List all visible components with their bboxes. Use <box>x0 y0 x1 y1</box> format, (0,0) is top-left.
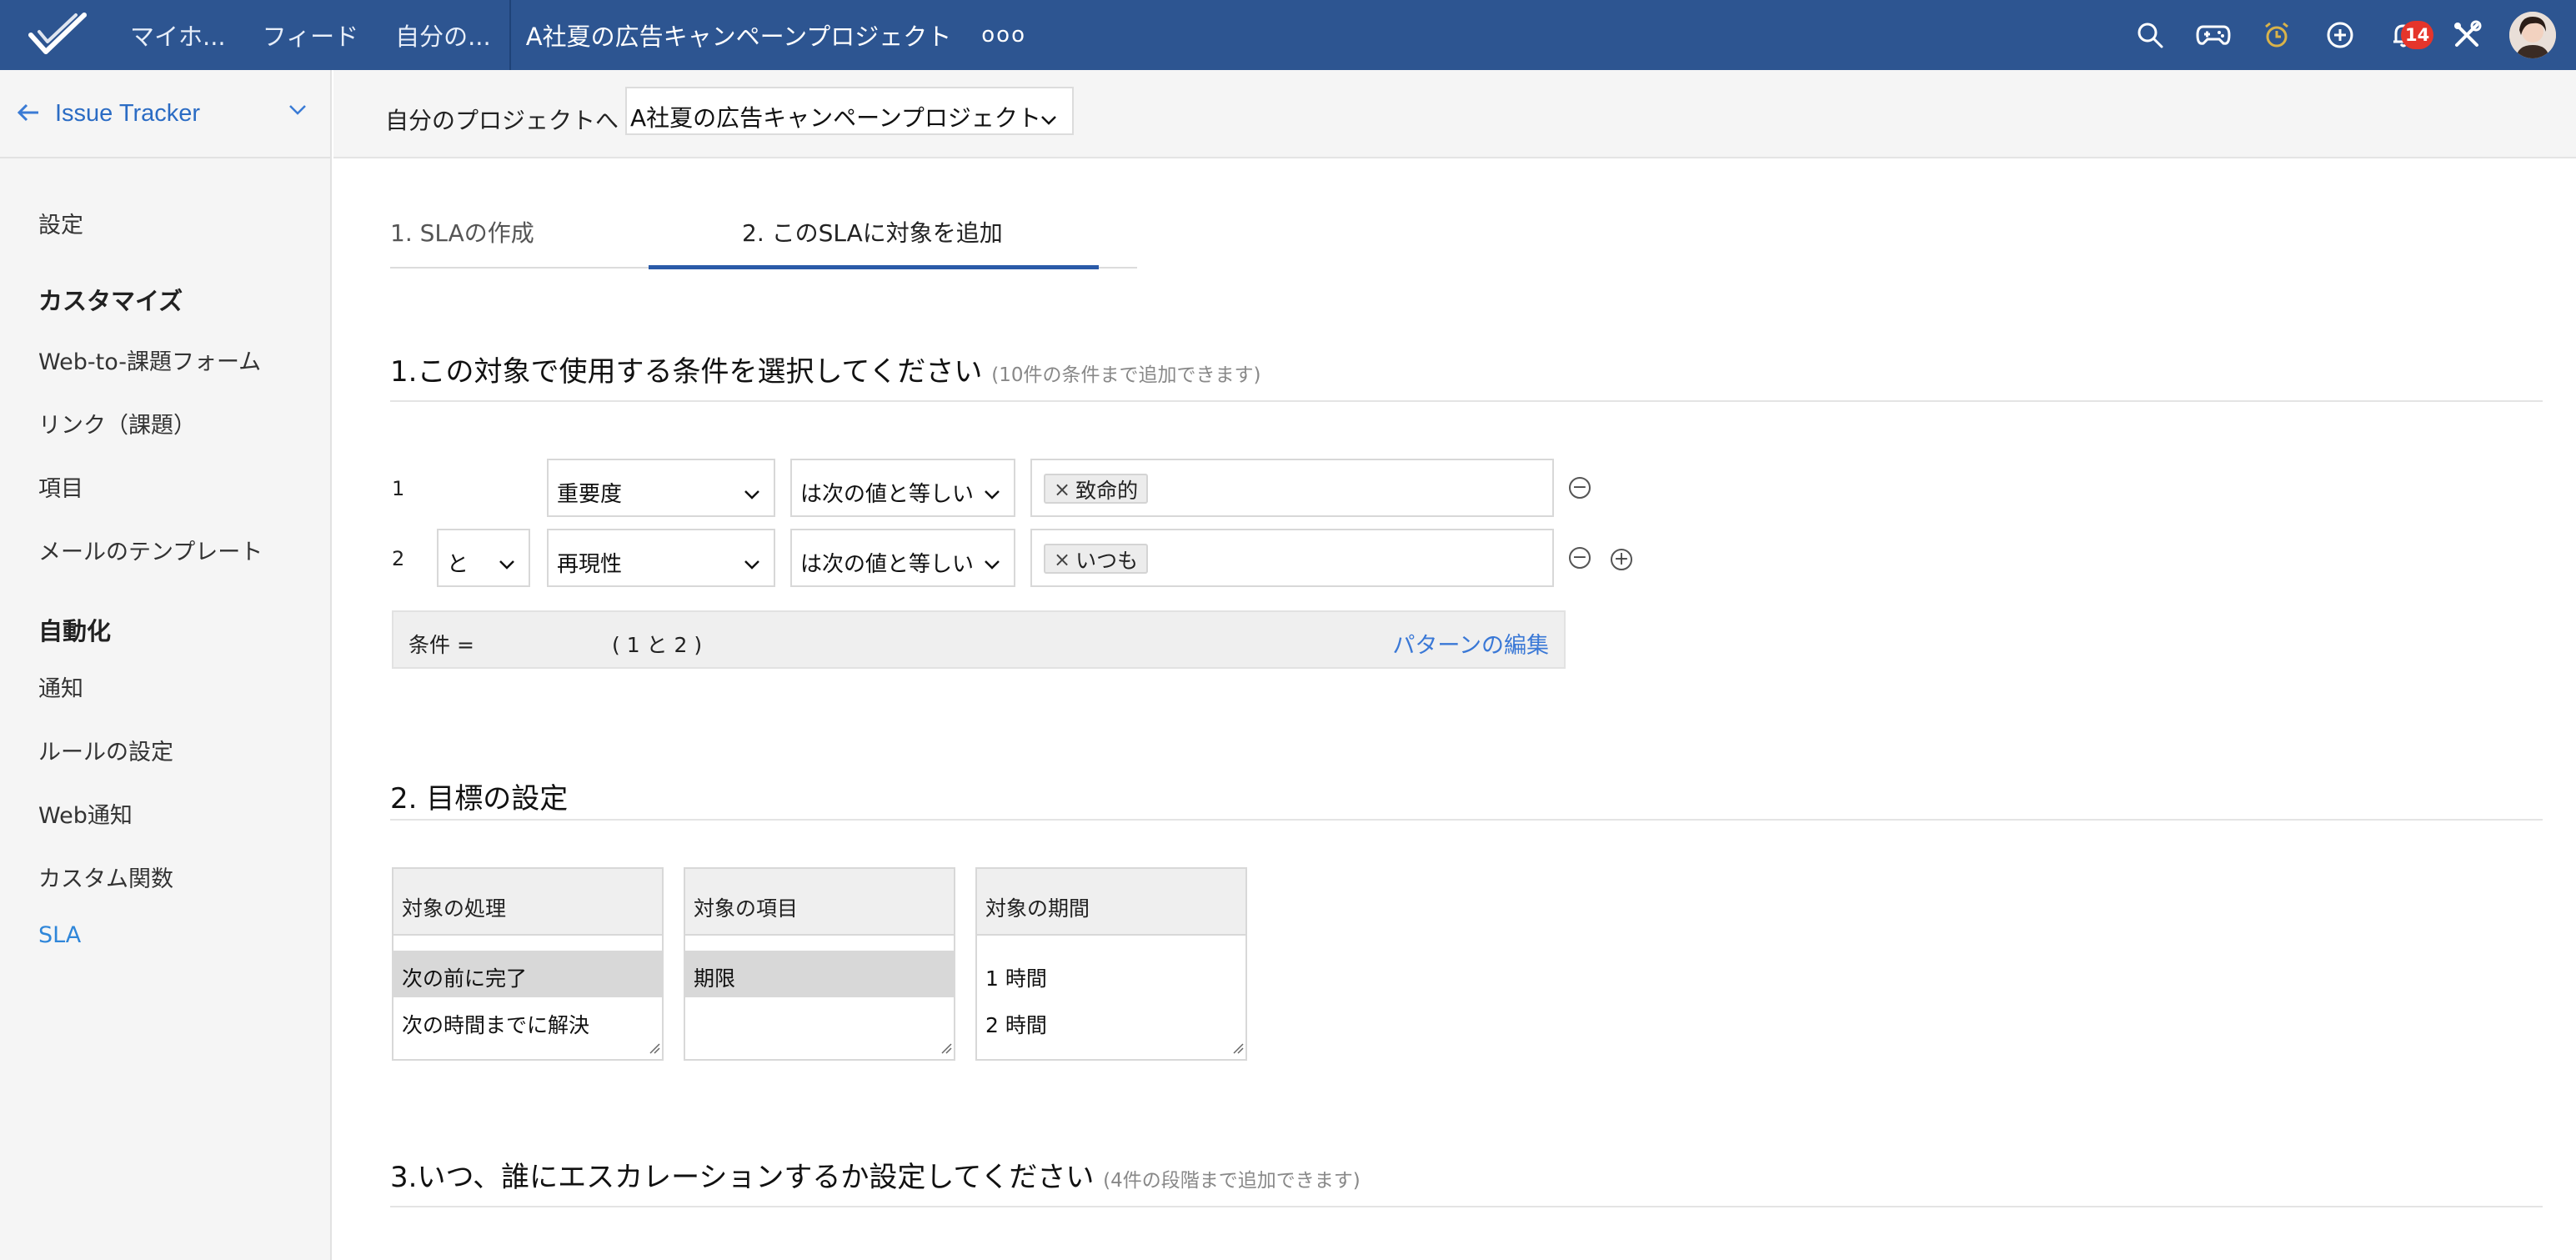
condition-value-input[interactable]: × いつも <box>1030 529 1554 587</box>
sidebar-header: Issue Tracker <box>0 70 330 158</box>
project-subheader: 自分のプロジェクトへ A社夏の広告キャンペーンプロジェクト <box>333 70 2576 158</box>
sidebar: Issue Tracker 設定 カスタマイズ Web-to-課題フォーム リン… <box>0 70 332 1260</box>
section-goal-title: 2. 目標の設定 <box>390 782 569 816</box>
resize-grip-icon[interactable] <box>939 1041 952 1057</box>
section-divider <box>390 819 2543 821</box>
sidebar-category-automation: 自動化 <box>38 617 112 645</box>
pattern-label: 条件 = <box>408 633 474 657</box>
section-conditions-note: (10件の条件まで追加できます) <box>991 364 1261 386</box>
active-tab-indicator <box>649 265 1099 269</box>
remove-condition-button[interactable]: − <box>1569 477 1591 499</box>
listbox-option[interactable]: 2 時間 <box>977 997 1245 1044</box>
listbox-option[interactable]: 1 時間 <box>977 951 1245 997</box>
target-field-listbox[interactable]: 対象の項目 期限 <box>684 867 955 1061</box>
nav-my-projects[interactable]: 自分の... <box>395 18 491 53</box>
remove-condition-button[interactable]: − <box>1569 547 1591 569</box>
nav-divider <box>509 0 511 70</box>
nav-current-project[interactable]: A社夏の広告キャンペーンプロジェクト <box>526 18 952 53</box>
project-select[interactable]: A社夏の広告キャンペーンプロジェクト <box>625 87 1074 135</box>
listbox-header: 対象の項目 <box>685 869 954 936</box>
condition-operator-select[interactable]: は次の値と等しい <box>790 529 1015 587</box>
nav-feed[interactable]: フィード <box>263 18 358 53</box>
top-navigation-bar: マイホ... フィード 自分の... A社夏の広告キャンペーンプロジェクト oo… <box>0 0 2576 70</box>
listbox-option[interactable]: 3 時間 <box>977 1044 1245 1059</box>
notification-bell-icon[interactable]: 14 <box>2384 16 2434 54</box>
tab-add-targets[interactable]: 2. このSLAに対象を追加 <box>742 215 1003 248</box>
pattern-value: ( 1 と 2 ) <box>612 633 703 657</box>
chevron-down-icon <box>984 552 1000 577</box>
condition-join-value: と <box>447 552 469 577</box>
chevron-down-icon[interactable] <box>288 103 307 119</box>
edit-pattern-link[interactable]: パターンの編集 <box>1392 627 1549 660</box>
condition-row-number: 1 <box>392 477 405 500</box>
condition-operator-select[interactable]: は次の値と等しい <box>790 459 1015 517</box>
user-avatar[interactable] <box>2509 12 2556 58</box>
sidebar-item-sla[interactable]: SLA <box>38 922 81 948</box>
gamepad-icon[interactable] <box>2194 16 2233 54</box>
condition-row-number: 2 <box>392 547 405 570</box>
condition-field-select[interactable]: 重要度 <box>547 459 775 517</box>
chip-label: いつも <box>1075 549 1139 573</box>
chevron-down-icon <box>744 482 760 507</box>
target-duration-listbox[interactable]: 対象の期間 1 時間 2 時間 3 時間 <box>975 867 1247 1061</box>
sidebar-item-email-templates[interactable]: メールのテンプレート <box>38 534 263 566</box>
tools-icon[interactable] <box>2448 16 2486 54</box>
section-escalation-note: (4件の段階まで追加できます) <box>1103 1170 1361 1192</box>
add-condition-button[interactable]: + <box>1611 549 1632 570</box>
listbox-header: 対象の期間 <box>977 869 1245 936</box>
listbox-option[interactable]: 次の時間までに解決 <box>393 997 662 1044</box>
project-select-value: A社夏の広告キャンペーンプロジェクト <box>630 104 1041 132</box>
section-escalation-heading: 3.いつ、誰にエスカレーションするか設定してください <box>390 1161 1095 1194</box>
notification-badge: 14 <box>2401 21 2434 49</box>
top-icons-group: 14 <box>2106 0 2556 70</box>
listbox-option[interactable]: 次の前に完了 <box>393 951 662 997</box>
sidebar-item-custom-functions[interactable]: カスタム関数 <box>38 861 173 893</box>
condition-join-select[interactable]: と <box>437 529 530 587</box>
chip-remove-icon[interactable]: × <box>1054 548 1070 571</box>
sidebar-item-notifications[interactable]: 通知 <box>38 670 83 703</box>
target-action-listbox[interactable]: 対象の処理 次の前に完了 次の時間までに解決 <box>392 867 664 1061</box>
nav-my-home[interactable]: マイホ... <box>130 18 226 53</box>
section-escalation-title: 3.いつ、誰にエスカレーションするか設定してください (4件の段階まで追加できま… <box>390 1154 1361 1195</box>
sidebar-item-web-notifications[interactable]: Web通知 <box>38 797 133 830</box>
add-circle-icon[interactable] <box>2321 16 2359 54</box>
chip-remove-icon[interactable]: × <box>1054 478 1070 501</box>
resize-grip-icon[interactable] <box>647 1041 660 1057</box>
resize-grip-icon[interactable] <box>1230 1041 1244 1057</box>
listbox-header: 対象の処理 <box>393 869 662 936</box>
listbox-option[interactable]: 期限 <box>685 951 954 997</box>
arrow-left-icon[interactable] <box>17 98 40 129</box>
alarm-clock-icon[interactable] <box>2258 16 2296 54</box>
app-logo-checkmark-icon[interactable] <box>0 0 117 70</box>
condition-field-value: 重要度 <box>557 482 623 507</box>
goto-project-label: 自分のプロジェクトへ <box>385 107 619 134</box>
condition-operator-value: は次の値と等しい <box>800 482 975 507</box>
tab-create-sla[interactable]: 1. SLAの作成 <box>390 215 534 248</box>
sidebar-app-title[interactable]: Issue Tracker <box>55 100 200 128</box>
section-conditions-title: 1.この対象で使用する条件を選択してください (10件の条件まで追加できます) <box>390 349 1260 389</box>
condition-value-input[interactable]: × 致命的 <box>1030 459 1554 517</box>
sidebar-category-customize: カスタマイズ <box>38 287 183 315</box>
sidebar-item-link-issue[interactable]: リンク（課題） <box>38 407 196 439</box>
more-menu-icon[interactable]: ooo <box>981 23 1026 48</box>
condition-pattern-bar: 条件 = ( 1 と 2 ) パターンの編集 <box>392 610 1566 669</box>
condition-field-select[interactable]: 再現性 <box>547 529 775 587</box>
condition-operator-value: は次の値と等しい <box>800 552 975 577</box>
sidebar-item-settings[interactable]: 設定 <box>38 207 83 239</box>
chevron-down-icon <box>984 482 1000 507</box>
search-icon[interactable] <box>2131 16 2169 54</box>
value-chip[interactable]: × 致命的 <box>1044 474 1149 504</box>
value-chip[interactable]: × いつも <box>1044 544 1149 574</box>
sidebar-item-fields[interactable]: 項目 <box>38 470 83 503</box>
sidebar-item-rules[interactable]: ルールの設定 <box>38 734 173 766</box>
chevron-down-icon <box>744 552 760 577</box>
chevron-down-icon <box>1040 105 1057 133</box>
section-divider <box>390 400 2543 402</box>
condition-field-value: 再現性 <box>557 552 623 577</box>
section-divider <box>390 1206 2543 1207</box>
section-conditions-heading: 1.この対象で使用する条件を選択してください <box>390 355 983 389</box>
sidebar-item-web-to-issue-form[interactable]: Web-to-課題フォーム <box>38 344 261 376</box>
chip-label: 致命的 <box>1075 479 1139 503</box>
chevron-down-icon <box>499 552 515 577</box>
